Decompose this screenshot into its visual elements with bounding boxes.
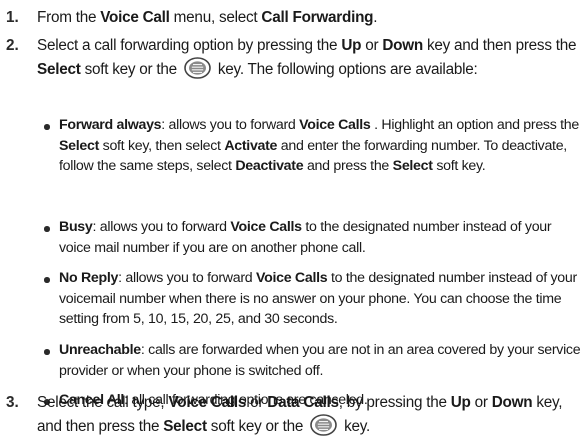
option-list: Forward always: allows you to forward Vo… <box>44 115 585 412</box>
option-text: No Reply: allows you to forward Voice Ca… <box>59 268 585 330</box>
text-run: Select a call forwarding option by press… <box>37 37 342 54</box>
bullet-dot <box>44 349 50 355</box>
bold-term: Select <box>163 418 207 435</box>
option-forward-always: Forward always: allows you to forward Vo… <box>44 115 585 217</box>
bold-term: Call Forwarding <box>261 9 374 26</box>
bold-term: No Reply <box>59 270 119 286</box>
bold-term: Busy <box>59 219 93 235</box>
bullet-dot <box>44 226 50 232</box>
text-run: . <box>373 9 378 26</box>
bold-term: Voice Calls <box>168 394 247 411</box>
text-run: , by pressing the <box>338 394 451 411</box>
bold-term: Select <box>37 61 81 78</box>
text-run: or <box>361 37 383 54</box>
text-run: or <box>470 394 492 411</box>
select-key-icon <box>184 57 211 79</box>
text-run: key. The following options are available… <box>213 61 478 78</box>
bold-term: Up <box>341 37 362 54</box>
step-text: Select a call forwarding option by press… <box>37 35 582 81</box>
bold-term: Voice Calls <box>299 117 371 133</box>
text-run: From the <box>37 9 101 26</box>
step-number: 1. <box>6 9 19 26</box>
option-text: Forward always: allows you to forward Vo… <box>59 115 585 177</box>
text-run: soft key or the <box>206 418 308 435</box>
bold-term: Forward always <box>59 117 162 133</box>
text-run: : allows you to forward <box>118 270 256 286</box>
step-number: 3. <box>6 394 19 411</box>
bullet-dot <box>44 277 50 283</box>
text-run: key and then press the <box>422 37 577 54</box>
option-busy: Busy: allows you to forward Voice Calls … <box>44 217 585 268</box>
bold-term: Voice Call <box>100 9 170 26</box>
step-number: 2. <box>6 37 19 54</box>
bold-term: Unreachable <box>59 342 141 358</box>
text-run: soft key, then select <box>99 137 225 154</box>
text-run: soft key or the <box>80 61 181 78</box>
bold-term: Up <box>450 394 471 411</box>
text-run: Select the call type, <box>37 394 169 411</box>
bold-term: Activate <box>224 137 278 154</box>
option-unreachable: Unreachable: calls are forwarded when yo… <box>44 340 585 390</box>
option-no-reply: No Reply: allows you to forward Voice Ca… <box>44 268 585 340</box>
text-run: and press the <box>303 158 393 174</box>
bold-term: Select <box>392 158 433 174</box>
text-run: : allows you to forward <box>161 117 300 133</box>
bold-term: Down <box>491 394 533 411</box>
option-text: Busy: allows you to forward Voice Calls … <box>59 217 585 258</box>
text-run: key. <box>340 418 371 435</box>
text-run: : allows you to forward <box>92 219 231 235</box>
option-text: Unreachable: calls are forwarded when yo… <box>59 340 585 381</box>
text-run: . Highlight an option and press the <box>370 117 579 133</box>
bullet-dot <box>44 124 50 130</box>
step-text: From the Voice Call menu, select Call Fo… <box>37 7 582 29</box>
bold-term: Down <box>382 37 423 54</box>
bold-term: Deactivate <box>235 158 304 174</box>
bold-term: Voice Calls <box>230 219 302 235</box>
text-run: soft key. <box>432 158 486 174</box>
select-key-icon <box>310 414 337 436</box>
step-text: Select the call type, Voice Calls or Dat… <box>37 392 582 438</box>
text-run: or <box>246 394 268 411</box>
bold-term: Data Calls <box>267 394 339 411</box>
text-run: menu, select <box>169 9 262 26</box>
instructions-page: 1. From the Voice Call menu, select Call… <box>0 0 587 439</box>
bold-term: Select <box>59 137 100 154</box>
bold-term: Voice Calls <box>255 270 328 286</box>
